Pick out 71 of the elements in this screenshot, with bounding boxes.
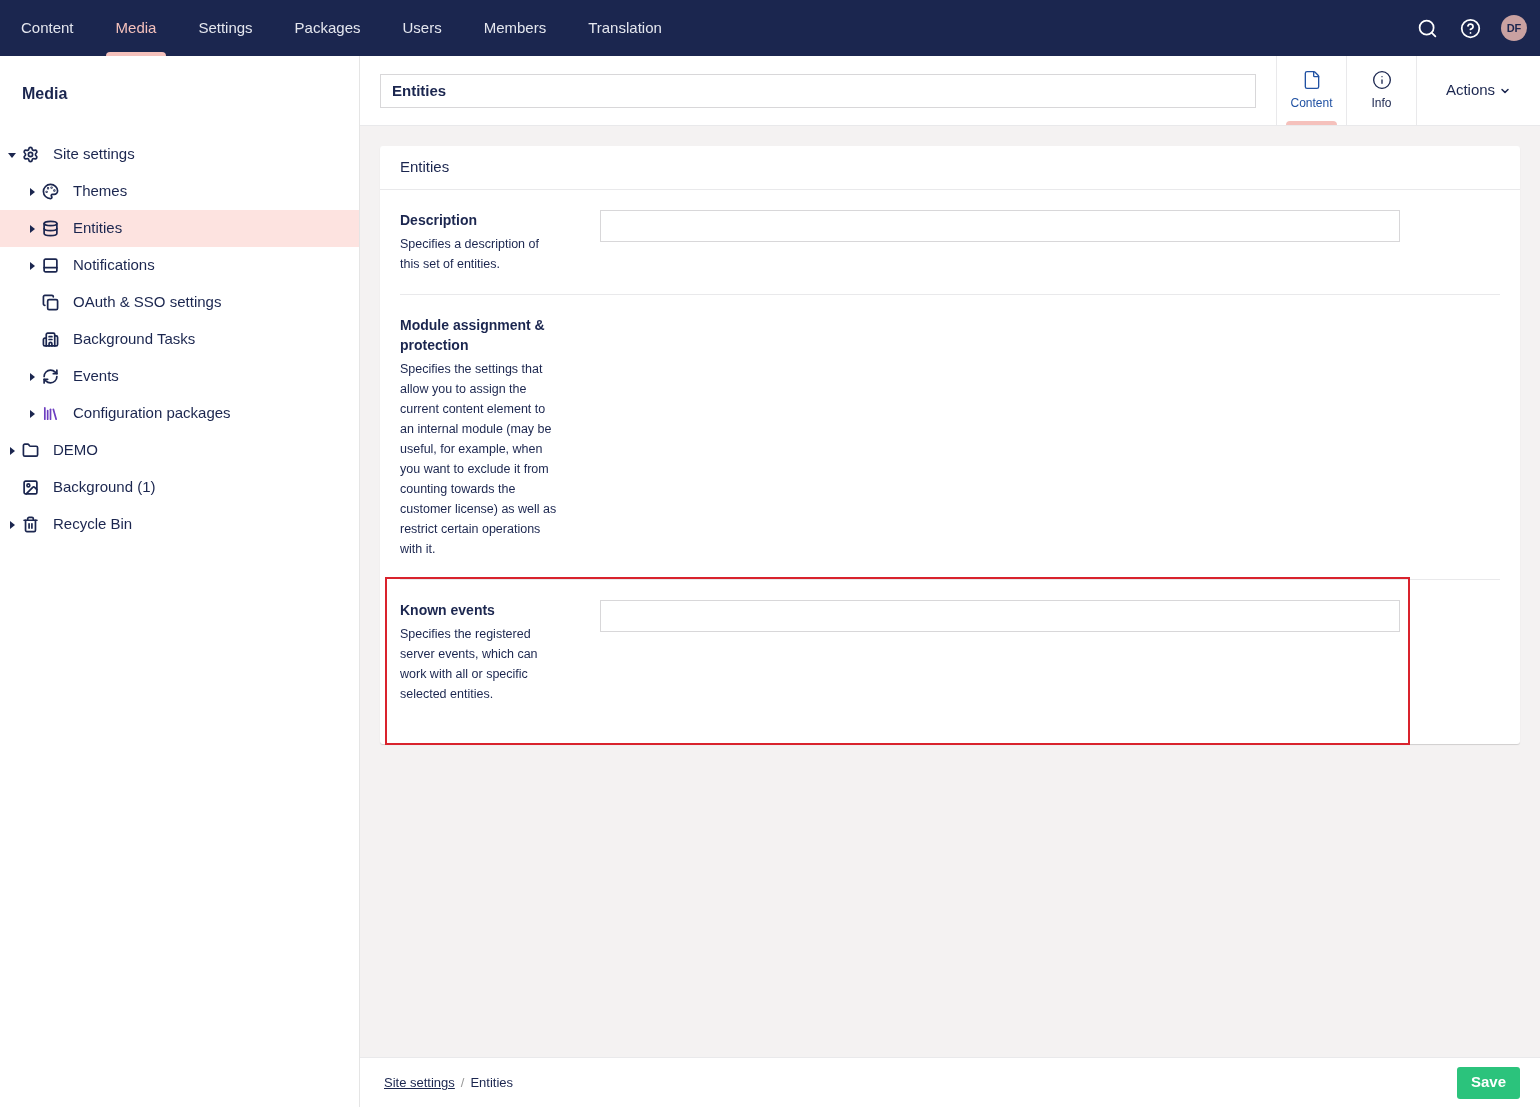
view-tab[interactable]: Content: [1276, 56, 1346, 125]
caret-icon[interactable]: [8, 150, 16, 159]
refresh-icon: [42, 368, 59, 385]
breadcrumb-separator: /: [460, 1073, 465, 1092]
nav-tab[interactable]: Packages: [294, 16, 361, 40]
property-description: Specifies the settings that allow you to assign the current content element to an internal module (may be useful, for example, when you want to exclude it from counting towards the customer license) as well as restrict certain operations with it.: [400, 361, 558, 558]
database-icon: [42, 220, 59, 237]
windows-icon: [42, 294, 59, 311]
tree-item[interactable]: Site settings: [0, 136, 359, 173]
info-icon: [1371, 69, 1392, 90]
caret-icon[interactable]: [8, 520, 16, 529]
tree-label: DEMO: [53, 440, 98, 461]
building-icon: [42, 331, 59, 348]
tree-label: Entities: [73, 218, 123, 239]
property-description: Specifies the registered server events, which can work with all or specific selected entities.: [400, 626, 539, 703]
tree-item[interactable]: Entities: [0, 210, 359, 247]
active-view-indicator: [1286, 121, 1337, 125]
tree-label: Configuration packages: [73, 403, 231, 424]
name-field[interactable]: Entities: [380, 73, 1256, 108]
text-field[interactable]: [600, 600, 1400, 632]
user-avatar[interactable]: DF: [1501, 15, 1527, 41]
nav-tab[interactable]: Translation: [588, 16, 662, 40]
tree-label: Background (1): [53, 477, 156, 498]
caret-icon[interactable]: [28, 261, 36, 270]
property-label: Module assignment & protection: [400, 316, 546, 355]
property-label: Known events: [400, 601, 496, 620]
trash-icon: [22, 516, 39, 533]
nav-tab[interactable]: Settings: [198, 16, 253, 40]
actions-button[interactable]: Actions: [1416, 56, 1540, 125]
tree-item[interactable]: Recycle Bin: [0, 506, 359, 543]
tree-item[interactable]: DEMO: [0, 432, 359, 469]
tree-label: Events: [73, 366, 119, 387]
breadcrumb-link[interactable]: Site settings: [384, 1072, 455, 1093]
search-icon[interactable]: [1417, 17, 1438, 39]
folder-icon: [22, 442, 39, 459]
caret-icon[interactable]: [28, 372, 36, 381]
tree-item[interactable]: Themes: [0, 173, 359, 210]
tree-item[interactable]: Background (1): [0, 469, 359, 506]
active-tab-indicator: [105, 52, 167, 56]
nav-tab[interactable]: Members: [483, 16, 547, 40]
nav-tab[interactable]: Media: [115, 16, 157, 40]
image-icon: [22, 479, 39, 496]
books-icon: [42, 405, 59, 422]
tree-item[interactable]: OAuth & SSO settings: [0, 284, 359, 321]
sidebar-title: Media: [21, 84, 69, 104]
gear-icon: [22, 146, 39, 163]
nav-tab[interactable]: Users: [402, 16, 442, 40]
text-field[interactable]: [600, 210, 1400, 242]
tree-item[interactable]: Background Tasks: [0, 321, 359, 358]
tree-label: Background Tasks: [73, 329, 196, 350]
panel-title: Entities: [380, 146, 1520, 190]
panel-icon: [42, 257, 59, 274]
caret-icon[interactable]: [8, 446, 16, 455]
caret-icon[interactable]: [28, 224, 36, 233]
palette-icon: [42, 183, 59, 200]
property-description: Specifies a description of this set of entities.: [400, 236, 540, 273]
tree-label: Themes: [73, 181, 128, 202]
tree-label: Notifications: [73, 255, 155, 276]
property-label: Description: [400, 211, 478, 230]
help-icon[interactable]: [1460, 17, 1481, 39]
tree-item[interactable]: Events: [0, 358, 359, 395]
nav-tab[interactable]: Content: [21, 16, 74, 40]
caret-icon[interactable]: [28, 187, 36, 196]
tree-label: OAuth & SSO settings: [73, 292, 222, 313]
tree-item[interactable]: Notifications: [0, 247, 359, 284]
breadcrumb-current: Entities: [470, 1073, 514, 1092]
tree-item[interactable]: Configuration packages: [0, 395, 359, 432]
caret-icon[interactable]: [28, 409, 36, 418]
tree-label: Site settings: [53, 144, 135, 165]
view-tab[interactable]: Info: [1346, 56, 1416, 125]
tree-label: Recycle Bin: [53, 514, 133, 535]
